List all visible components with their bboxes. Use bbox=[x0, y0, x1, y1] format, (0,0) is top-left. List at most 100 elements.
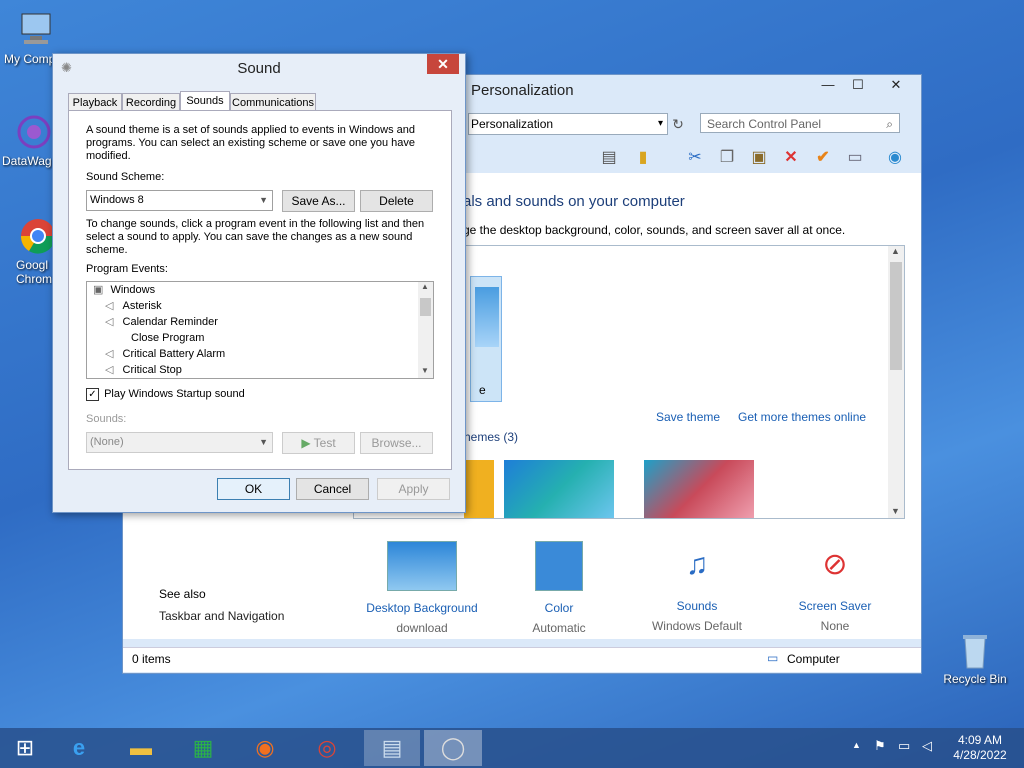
program-events-list[interactable]: ▣ Windows ◁ Asterisk ◁ Calendar Reminder… bbox=[86, 281, 434, 379]
events-label: Program Events: bbox=[86, 263, 168, 275]
chevron-up-icon[interactable]: ▲ bbox=[421, 282, 429, 291]
list-item[interactable]: ◁ Critical Battery Alarm bbox=[105, 346, 225, 362]
see-also-label: See also bbox=[159, 587, 206, 601]
speaker-icon: ◁ bbox=[105, 316, 114, 328]
close-button[interactable]: ✕ bbox=[427, 54, 459, 74]
refresh-icon[interactable]: ↻ bbox=[667, 113, 689, 135]
chrome-icon[interactable]: ◎ bbox=[306, 730, 348, 766]
list-item[interactable]: ◁ Asterisk bbox=[105, 298, 162, 314]
cut-icon[interactable]: ✂ bbox=[684, 147, 706, 169]
volume-icon[interactable]: ◁ bbox=[922, 738, 932, 754]
desktop-background-item[interactable]: Desktop Background download bbox=[359, 541, 485, 635]
sound-dialog: ✺ Sound ✕ Playback Recording Sounds Comm… bbox=[52, 53, 466, 513]
action-center-icon[interactable]: ⚑ bbox=[874, 738, 886, 754]
clock-time: 4:09 AM bbox=[957, 733, 1003, 747]
color-item[interactable]: Color Automatic bbox=[513, 541, 605, 635]
paste-icon[interactable]: ▣ bbox=[748, 147, 770, 169]
delete-icon[interactable]: ✕ bbox=[780, 147, 802, 169]
theme-thumbnail[interactable] bbox=[504, 460, 614, 518]
list-item[interactable]: ◁ Critical Stop bbox=[105, 362, 182, 378]
web-icon[interactable]: ◉ bbox=[884, 147, 906, 169]
close-button[interactable]: ✕ bbox=[873, 75, 919, 97]
save-as-button[interactable]: Save As... bbox=[282, 190, 355, 212]
speaker-icon: ◁ bbox=[105, 364, 114, 376]
minimize-button[interactable]: — bbox=[813, 75, 843, 97]
selected-theme[interactable]: e bbox=[470, 276, 502, 402]
start-button[interactable]: ⊞ bbox=[4, 730, 46, 766]
windows-group-icon: ▣ bbox=[93, 284, 104, 296]
scrollbar[interactable]: ▲ ▼ bbox=[888, 246, 904, 518]
bottom-item-label: Screen Saver bbox=[798, 599, 872, 613]
bottom-item-sub: download bbox=[396, 621, 448, 635]
cancel-button[interactable]: Cancel bbox=[296, 478, 369, 500]
desktop-icon-recycle-bin[interactable]: Recycle Bin bbox=[940, 630, 1010, 686]
taskbar-navigation-link[interactable]: Taskbar and Navigation bbox=[159, 609, 284, 623]
get-more-themes-link[interactable]: Get more themes online bbox=[738, 410, 866, 424]
sounds-select[interactable]: (None) ▼ bbox=[86, 432, 273, 453]
tab-playback[interactable]: Playback bbox=[68, 93, 122, 111]
layout-icon[interactable]: ▤ bbox=[598, 147, 620, 169]
show-hidden-icons[interactable]: ▲ bbox=[852, 740, 861, 750]
chevron-up-icon[interactable]: ▲ bbox=[891, 246, 900, 256]
store-icon[interactable]: ▦ bbox=[182, 730, 224, 766]
control-panel-icon[interactable]: ▤ bbox=[364, 730, 420, 766]
tab-recording[interactable]: Recording bbox=[122, 93, 180, 111]
chevron-down-icon[interactable]: ▼ bbox=[259, 433, 268, 452]
test-label: Test bbox=[313, 436, 336, 450]
chevron-down-icon[interactable]: ▼ bbox=[259, 191, 268, 210]
file-explorer-icon[interactable]: ▬ bbox=[120, 730, 162, 766]
sounds-label: Sounds: bbox=[86, 413, 127, 425]
event-label: Calendar Reminder bbox=[122, 316, 218, 328]
search-input[interactable]: Search Control Panel ⌕ bbox=[700, 113, 900, 133]
scrollbar[interactable]: ▲ ▼ bbox=[418, 282, 433, 378]
ok-button[interactable]: OK bbox=[217, 478, 290, 500]
browse-button[interactable]: Browse... bbox=[360, 432, 433, 454]
sounds-panel: A sound theme is a set of sounds applied… bbox=[68, 110, 452, 470]
list-item[interactable]: ◁ Calendar Reminder bbox=[105, 314, 218, 330]
status-items: 0 items bbox=[132, 652, 171, 666]
copy-icon[interactable]: ❐ bbox=[716, 147, 738, 169]
desktop-background-icon bbox=[387, 541, 457, 591]
checkmark-icon[interactable]: ✔ bbox=[812, 147, 834, 169]
sounds-value: (None) bbox=[90, 436, 124, 448]
tab-communications[interactable]: Communications bbox=[230, 93, 316, 111]
maximize-button[interactable]: ☐ bbox=[843, 75, 873, 97]
list-item[interactable]: Close Program bbox=[105, 330, 204, 346]
sound-taskbar-icon[interactable]: ◯ bbox=[424, 730, 482, 766]
list-item[interactable]: ▣ Windows bbox=[93, 282, 155, 298]
page-heading: als and sounds on your computer bbox=[463, 193, 685, 210]
sounds-item[interactable]: ♫ Sounds Windows Default bbox=[643, 541, 751, 633]
event-label: Critical Battery Alarm bbox=[122, 348, 226, 360]
save-theme-link[interactable]: Save theme bbox=[656, 410, 720, 424]
scheme-select[interactable]: Windows 8 ▼ bbox=[86, 190, 273, 211]
clock[interactable]: 4:09 AM 4/28/2022 bbox=[950, 733, 1010, 763]
screen-saver-icon: ⊘ bbox=[822, 548, 848, 581]
search-icon[interactable]: ⌕ bbox=[886, 114, 893, 134]
network-icon[interactable]: ▭ bbox=[898, 738, 910, 754]
checkbox-icon[interactable]: ✓ bbox=[86, 388, 99, 401]
description-text: A sound theme is a set of sounds applied… bbox=[86, 124, 415, 162]
play-icon: ▶ bbox=[301, 436, 311, 450]
internet-explorer-icon[interactable]: e bbox=[58, 730, 100, 766]
bottom-item-sub: None bbox=[820, 619, 850, 633]
tab-sounds[interactable]: Sounds bbox=[180, 91, 230, 111]
delete-button[interactable]: Delete bbox=[360, 190, 433, 212]
theme-thumbnail[interactable] bbox=[644, 460, 754, 518]
startup-sound-checkbox[interactable]: ✓ Play Windows Startup sound bbox=[86, 388, 245, 401]
clock-date: 4/28/2022 bbox=[953, 748, 1007, 762]
chevron-down-icon[interactable]: ▾ bbox=[658, 114, 663, 134]
search-placeholder: Search Control Panel bbox=[707, 117, 822, 131]
folder-icon[interactable]: ▮ bbox=[632, 147, 654, 169]
speaker-icon: ◁ bbox=[105, 348, 114, 360]
event-label: Close Program bbox=[131, 332, 205, 344]
screen-saver-item[interactable]: ⊘ Screen Saver None bbox=[783, 541, 887, 633]
firefox-icon[interactable]: ◉ bbox=[244, 730, 286, 766]
chevron-down-icon[interactable]: ▼ bbox=[891, 506, 900, 516]
page-subheading: ge the desktop background, color, sounds… bbox=[463, 223, 846, 237]
address-bar[interactable]: Personalization ▾ bbox=[468, 113, 668, 135]
apply-button[interactable]: Apply bbox=[377, 478, 450, 500]
test-button[interactable]: ▶ Test bbox=[282, 432, 355, 454]
chevron-down-icon[interactable]: ▼ bbox=[421, 366, 429, 375]
properties-icon[interactable]: ▭ bbox=[844, 147, 866, 169]
theme-thumbnail[interactable] bbox=[464, 460, 494, 518]
